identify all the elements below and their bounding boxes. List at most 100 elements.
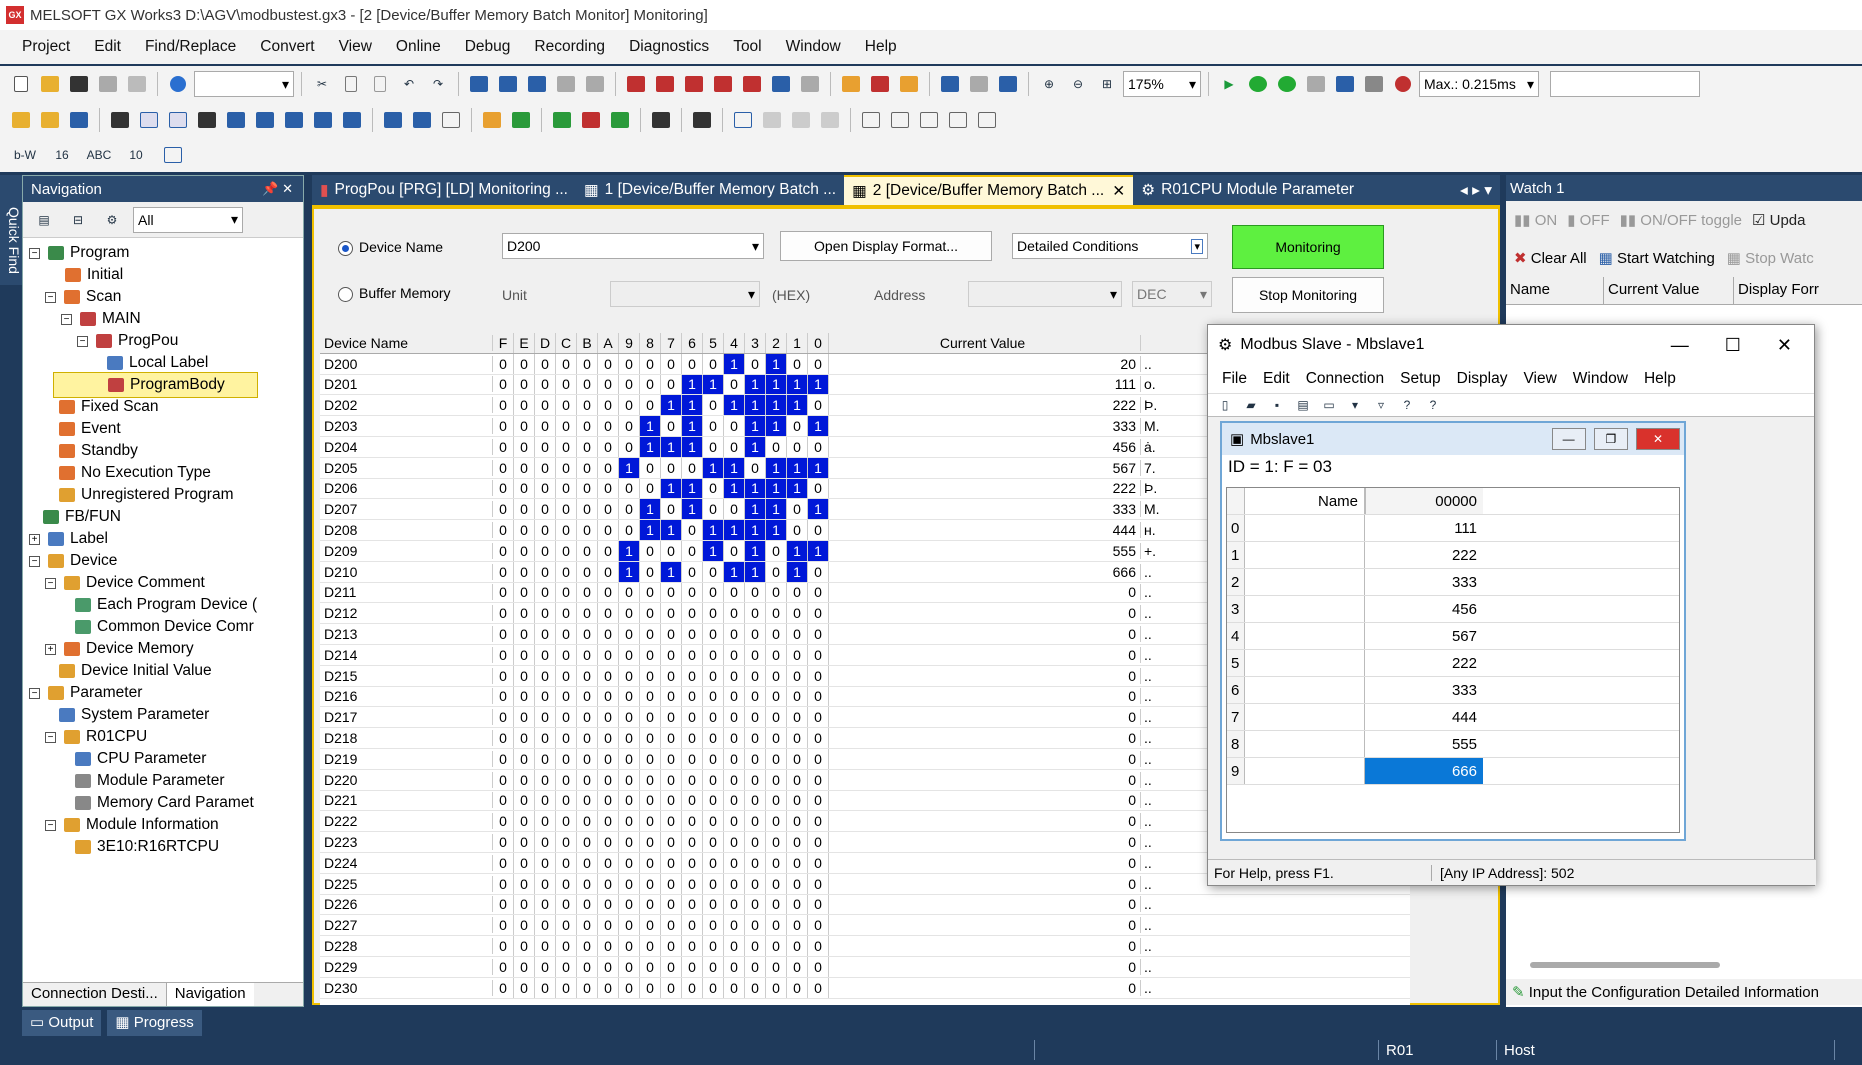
bit-cell[interactable]: 0: [577, 499, 598, 520]
bit-cell[interactable]: 0: [661, 499, 682, 520]
register-value-cell[interactable]: 444: [1365, 704, 1483, 730]
layout3-icon[interactable]: [916, 107, 942, 133]
pin-close-icons[interactable]: 📌 ✕: [262, 181, 303, 197]
bit-cell[interactable]: 0: [724, 582, 745, 603]
bit-cell[interactable]: 0: [724, 936, 745, 956]
bit-cell[interactable]: 1: [808, 416, 829, 436]
bit-cell[interactable]: 0: [682, 520, 703, 540]
system-monitor-icon[interactable]: [1361, 71, 1387, 97]
dev4-icon[interactable]: [339, 107, 365, 133]
current-value-cell[interactable]: 567: [829, 459, 1141, 476]
bit-cell[interactable]: 1: [766, 478, 787, 499]
bit-cell[interactable]: 0: [724, 707, 745, 728]
bit-cell[interactable]: 1: [682, 416, 703, 436]
bit-cell[interactable]: 0: [577, 603, 598, 624]
current-value-cell[interactable]: 0: [829, 896, 1141, 913]
view2-icon[interactable]: [759, 107, 785, 133]
current-value-cell[interactable]: 0: [829, 771, 1141, 788]
cross-ref-icon[interactable]: [739, 71, 765, 97]
monitor-stop-icon[interactable]: [867, 71, 893, 97]
bit-cell[interactable]: 0: [640, 894, 661, 915]
bit-cell[interactable]: 0: [766, 852, 787, 873]
bit-cell[interactable]: 0: [577, 644, 598, 665]
bit-cell[interactable]: 0: [619, 436, 640, 457]
bit-cell[interactable]: 0: [787, 499, 808, 520]
bit-cell[interactable]: 0: [787, 811, 808, 832]
edit-icon[interactable]: [549, 107, 575, 133]
bit-cell[interactable]: 0: [514, 395, 535, 416]
current-value-cell[interactable]: 0: [829, 750, 1141, 767]
bit-cell[interactable]: 0: [787, 624, 808, 644]
bit-cell[interactable]: 0: [556, 478, 577, 499]
bit-cell[interactable]: 0: [493, 603, 514, 624]
bit-cell[interactable]: 0: [493, 728, 514, 748]
bit-cell[interactable]: 0: [535, 603, 556, 624]
bit-cell[interactable]: 0: [724, 686, 745, 707]
bit-display-icon[interactable]: b-W: [8, 142, 42, 168]
bit-cell[interactable]: 0: [703, 395, 724, 416]
window1-icon[interactable]: [136, 107, 162, 133]
bit-cell[interactable]: 0: [556, 436, 577, 457]
bit-cell[interactable]: 1: [682, 499, 703, 520]
bit-cell[interactable]: 0: [724, 374, 745, 395]
bit-cell[interactable]: 0: [745, 686, 766, 707]
bit-cell[interactable]: 0: [808, 873, 829, 894]
bit-cell[interactable]: 0: [535, 644, 556, 665]
modbus-menu-connection[interactable]: Connection: [1298, 370, 1392, 388]
address-combo[interactable]: ▾: [968, 281, 1122, 307]
current-value-cell[interactable]: 0: [829, 958, 1141, 975]
current-value-cell[interactable]: 20: [829, 355, 1141, 372]
bit-cell[interactable]: 0: [808, 624, 829, 644]
bit-cell[interactable]: 0: [514, 499, 535, 520]
bit-cell[interactable]: 0: [787, 416, 808, 436]
bit-cell[interactable]: 1: [640, 436, 661, 457]
current-value-cell[interactable]: 0: [829, 667, 1141, 684]
bit-cell[interactable]: 0: [556, 915, 577, 936]
bit-cell[interactable]: 0: [745, 852, 766, 873]
bit-cell[interactable]: 0: [577, 561, 598, 582]
bit-cell[interactable]: 0: [703, 644, 724, 665]
bit-cell[interactable]: 0: [556, 707, 577, 728]
bit-cell[interactable]: 0: [661, 582, 682, 603]
bit-cell[interactable]: 0: [598, 832, 619, 852]
find-instruction-icon[interactable]: [710, 71, 736, 97]
bit-cell[interactable]: 0: [577, 582, 598, 603]
watch-icon[interactable]: [937, 71, 963, 97]
start-watching-button[interactable]: ▦ Start Watching: [1599, 249, 1715, 267]
bit-cell[interactable]: 0: [619, 665, 640, 686]
bit-cell[interactable]: 0: [745, 665, 766, 686]
register-name-cell[interactable]: [1245, 596, 1365, 622]
watch-toggle-button[interactable]: ▮▮ ON/OFF toggle: [1620, 211, 1742, 229]
bit-cell[interactable]: 0: [535, 832, 556, 852]
bit-cell[interactable]: 0: [493, 811, 514, 832]
bit-cell[interactable]: 1: [682, 436, 703, 457]
bit-cell[interactable]: 0: [640, 353, 661, 374]
bit-cell[interactable]: 0: [493, 873, 514, 894]
bit-cell[interactable]: 0: [556, 374, 577, 395]
bit-cell[interactable]: 0: [640, 644, 661, 665]
bit-cell[interactable]: 0: [535, 894, 556, 915]
bit-cell[interactable]: 0: [724, 665, 745, 686]
bit-cell[interactable]: 0: [640, 811, 661, 832]
bit-cell[interactable]: 0: [745, 832, 766, 852]
bit-cell[interactable]: 0: [724, 977, 745, 998]
bit-cell[interactable]: 0: [766, 936, 787, 956]
new-icon[interactable]: [8, 71, 34, 97]
bit-cell[interactable]: 0: [577, 873, 598, 894]
bit-cell[interactable]: 0: [556, 852, 577, 873]
bit-cell[interactable]: 0: [724, 894, 745, 915]
bit-cell[interactable]: 0: [766, 811, 787, 832]
bit-cell[interactable]: 0: [703, 686, 724, 707]
view4-icon[interactable]: [817, 107, 843, 133]
bit-cell[interactable]: 0: [535, 748, 556, 769]
bit-cell[interactable]: 0: [640, 769, 661, 790]
maximize-icon[interactable]: ☐: [1725, 335, 1741, 356]
register-row[interactable]: 3 456: [1227, 596, 1679, 623]
bit-cell[interactable]: 0: [640, 540, 661, 561]
bit-cell[interactable]: 0: [556, 748, 577, 769]
register-value-cell[interactable]: 456: [1365, 596, 1483, 622]
bit-cell[interactable]: 0: [493, 956, 514, 977]
bit-cell[interactable]: 0: [703, 977, 724, 998]
current-value-cell[interactable]: 0: [829, 626, 1141, 643]
bit-cell[interactable]: 0: [787, 873, 808, 894]
